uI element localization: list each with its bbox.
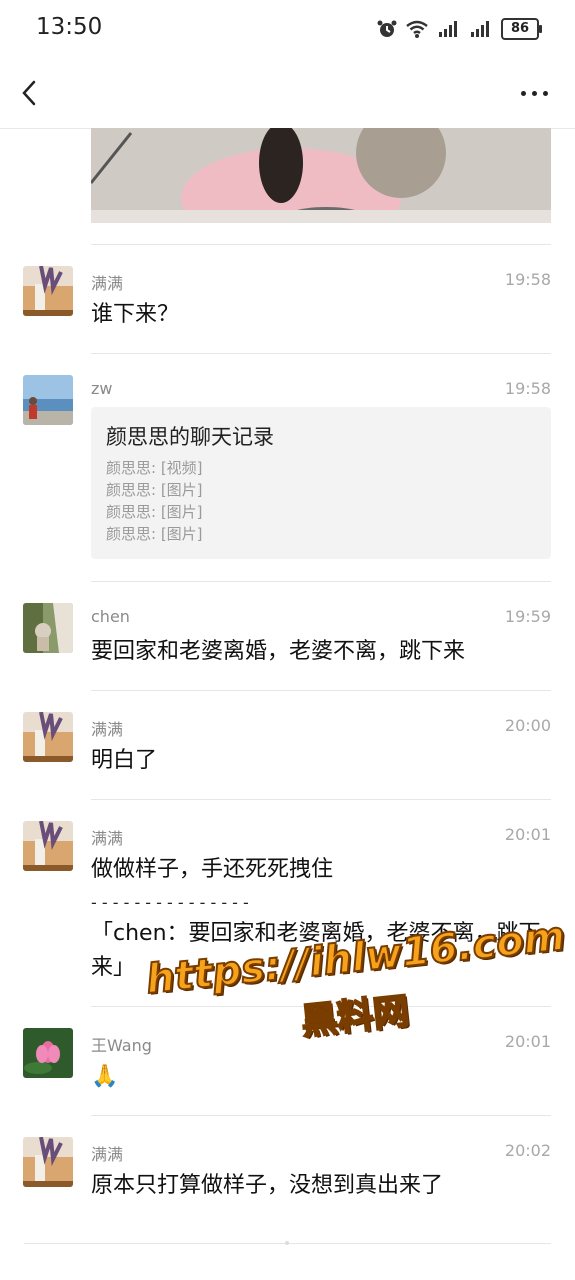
chat-history[interactable]: 满满 19:58 谁下来？ zw 19:58 颜思思的聊天记录 颜思思: [视频… [0, 128, 575, 1280]
sender-name: zw [91, 379, 113, 398]
chat-record-card[interactable]: 颜思思的聊天记录 颜思思: [视频] 颜思思: [图片] 颜思思: [图片] 颜… [91, 407, 551, 559]
avatar[interactable] [23, 712, 73, 762]
sender-name: 满满 [91, 1145, 124, 1164]
message-time: 20:01 [504, 825, 551, 844]
chat-record-line: 颜思思: [图片] [106, 525, 203, 543]
divider [91, 244, 551, 245]
status-bar: 13:50 86 [0, 0, 575, 58]
message-time: 20:00 [504, 716, 551, 735]
divider [91, 1006, 551, 1007]
signal-icon-2 [471, 21, 489, 37]
sender-name: 满满 [91, 829, 124, 848]
wifi-icon [406, 20, 428, 38]
avatar[interactable] [23, 603, 73, 653]
quoted-message[interactable]: 「chen：要回家和老婆离婚，老婆不离，跳下来」 [91, 917, 551, 985]
message-text: 原本只打算做样子，没想到真出来了 [91, 1173, 444, 1198]
message-text: 谁下来？ [91, 302, 180, 327]
message-time: 20:02 [504, 1141, 551, 1160]
page-indicator-dot [285, 1241, 289, 1245]
message-time: 20:01 [504, 1032, 551, 1051]
divider [91, 690, 551, 691]
divider [91, 581, 551, 582]
sender-name: 满满 [91, 720, 124, 739]
chat-record-line: 颜思思: [图片] [106, 481, 203, 499]
avatar[interactable] [23, 821, 73, 871]
chat-record-line: 颜思思: [视频] [106, 459, 203, 477]
chat-record-title: 颜思思的聊天记录 [106, 425, 274, 449]
message-time: 19:59 [504, 607, 551, 626]
sender-name: 满满 [91, 274, 124, 293]
chat-record-line: 颜思思: [图片] [106, 503, 203, 521]
previous-image-message[interactable] [91, 128, 551, 223]
divider [91, 799, 551, 800]
divider [91, 1115, 551, 1116]
message-time: 19:58 [504, 379, 551, 398]
avatar[interactable] [23, 375, 73, 425]
avatar[interactable] [23, 1028, 73, 1078]
message-text: 🙏 [91, 1064, 119, 1089]
sender-name: 王Wang [91, 1036, 152, 1055]
avatar[interactable] [23, 1137, 73, 1187]
sender-name: chen [91, 607, 130, 626]
quote-separator: - - - - - - - - - - - - - - - [91, 893, 249, 912]
status-time: 13:50 [36, 14, 103, 40]
nav-bar [0, 58, 575, 129]
avatar[interactable] [23, 266, 73, 316]
message-time: 19:58 [504, 270, 551, 289]
system-icons: 86 [377, 18, 542, 40]
message-text: 要回家和老婆离婚，老婆不离，跳下来 [91, 639, 466, 664]
more-dots-icon[interactable] [521, 88, 549, 98]
message-text: 明白了 [91, 748, 158, 773]
battery-indicator: 86 [501, 18, 542, 40]
chat-record-preview: 颜思思: [视频] 颜思思: [图片] 颜思思: [图片] 颜思思: [图片] [106, 457, 203, 545]
back-icon[interactable] [16, 76, 44, 110]
message-text: 做做样子，手还死死拽住 [91, 857, 334, 882]
divider [91, 353, 551, 354]
alarm-icon [377, 20, 397, 37]
signal-icon-1 [439, 21, 457, 37]
